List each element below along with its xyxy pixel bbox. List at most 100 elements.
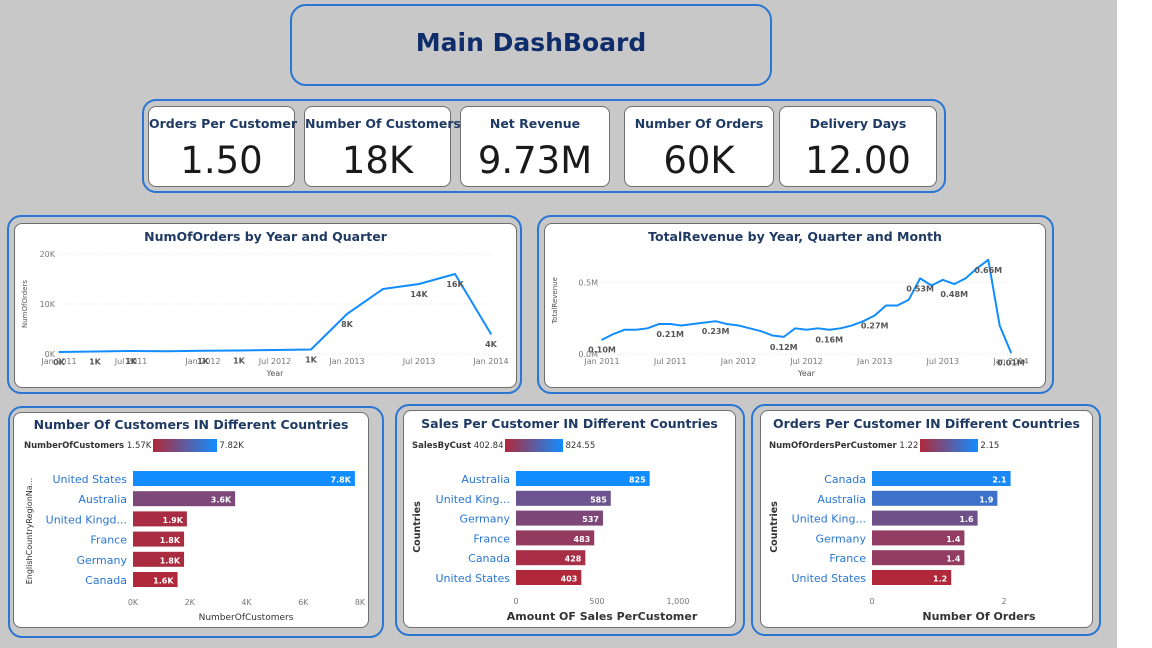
data-point [692, 323, 694, 325]
category-label: United States [53, 473, 128, 486]
orders-line-chart-card[interactable]: NumOfOrders by Year and Quarter 0K 10K 20K… [14, 223, 517, 388]
x-tick-label: Jan 2013 [328, 357, 364, 366]
data-point [490, 333, 492, 335]
data-label: 0.12M [770, 343, 798, 352]
category-label: France [473, 532, 510, 545]
x-axis-title: Year [266, 369, 285, 378]
kpi-label: Number Of Orders [634, 116, 764, 131]
dashboard-title: Main DashBoard [415, 28, 647, 57]
x-tick-label: Jul 2012 [789, 357, 823, 366]
series-line [58, 273, 492, 353]
orders-per-customer-bar-chart[interactable]: 0 2 Number Of Orders Countries Canada 2.1 Aust… [761, 411, 1092, 627]
data-point [896, 304, 899, 307]
bar-value-label: 1.9 [979, 495, 994, 504]
bar-value-label: 483 [574, 535, 591, 544]
x-tick-label: Jul 2013 [402, 357, 436, 366]
revenue-line-chart[interactable]: 0.0M0.5MJan 2011 Jul 2011 Jan 2012 Jul 2012… [545, 224, 1045, 387]
data-point [646, 327, 649, 330]
kpi-card-orders-per-customer[interactable]: Orders Per Customer 1.50 [148, 106, 297, 187]
data-point [58, 351, 60, 353]
data-point [805, 328, 808, 331]
data-point [851, 324, 853, 327]
bar-value-label: 1.4 [946, 555, 961, 564]
data-point [726, 323, 728, 325]
data-point [873, 314, 876, 317]
kpi-card-number-of-customers[interactable]: Number Of Customers 18K [304, 106, 461, 187]
data-label: 4K [485, 340, 498, 349]
category-label: United Kingd... [46, 513, 127, 526]
data-point [987, 259, 990, 261]
customers-bar-chart[interactable]: 0K 2K 4K 6K 8K NumberOfCustomers EnglishCountr… [14, 413, 368, 627]
bar [872, 471, 1011, 486]
y-tick-label: 20K [40, 250, 56, 259]
data-point [658, 323, 660, 325]
bar-value-label: 403 [561, 575, 578, 584]
x-tick-label: 0 [513, 597, 518, 606]
data-point [748, 327, 751, 330]
category-label: Australia [461, 473, 510, 486]
revenue-line-chart-card[interactable]: TotalRevenue by Year, Quarter and Month … [544, 223, 1046, 388]
kpi-value: 9.73M [477, 139, 593, 182]
x-axis-title: Number Of Orders [922, 610, 1036, 623]
data-point [737, 324, 740, 327]
bar-value-label: 1.8K [160, 556, 181, 565]
data-label: 0.01M [997, 359, 1025, 368]
bar-value-label: 1.4 [946, 535, 961, 544]
data-point [817, 327, 819, 330]
data-point [885, 304, 887, 307]
kpi-card-net-revenue[interactable]: Net Revenue 9.73M [460, 106, 610, 187]
data-label: 1K [125, 357, 138, 366]
data-point [771, 334, 774, 337]
category-label: Canada [824, 473, 866, 486]
bar-value-label: 1.6 [959, 515, 974, 524]
customers-bar-chart-card[interactable]: Number Of Customers IN Different Countri… [13, 412, 369, 628]
sales-bar-chart-card[interactable]: Sales Per Customer IN Different Countrie… [403, 410, 736, 628]
sales-bar-chart[interactable]: 0 500 1,000 Amount OF Sales PerCustomer Coun… [404, 411, 735, 627]
dashboard-canvas: Main DashBoard Orders Per Customer 1.50 … [0, 0, 1117, 648]
category-label: United States [436, 572, 511, 585]
x-tick-label: 6K [298, 598, 309, 607]
x-axis-title: Amount OF Sales PerCustomer [507, 610, 698, 623]
category-label: Germany [815, 532, 866, 545]
x-tick-label: Jan 2014 [472, 357, 508, 366]
bar-value-label: 585 [590, 495, 607, 504]
x-tick-label: Jul 2012 [258, 357, 292, 366]
data-point [669, 323, 671, 325]
category-label: Canada [85, 574, 127, 587]
y-axis-title: NumOfOrders [21, 280, 29, 328]
category-label: Australia [78, 493, 127, 506]
orders-line-chart[interactable]: 0K10K20KJan 2011 Jul 2011 Jan 2012 Jul 2012… [15, 224, 516, 387]
data-point [714, 320, 717, 322]
data-label: 0K [53, 358, 66, 367]
data-point [202, 349, 204, 352]
x-tick-label: 0K [128, 598, 139, 607]
category-label: United States [792, 572, 867, 585]
x-tick-label: 2 [1001, 597, 1006, 606]
y-axis-title: TotalRevenue [551, 277, 559, 325]
kpi-value: 12.00 [805, 139, 911, 182]
data-label: 1K [197, 357, 210, 366]
data-point [635, 328, 637, 331]
kpi-card-delivery-days[interactable]: Delivery Days 12.00 [779, 106, 937, 187]
bar-value-label: 7.8K [331, 476, 352, 485]
data-point [94, 350, 96, 353]
kpi-card-number-of-orders[interactable]: Number Of Orders 60K [624, 106, 774, 187]
data-label: 0.66M [974, 266, 1002, 275]
kpi-label: Delivery Days [809, 116, 907, 131]
x-tick-label: Jul 2011 [653, 357, 687, 366]
bar-value-label: 1.2 [933, 575, 947, 584]
category-label: France [90, 534, 127, 547]
bar-value-label: 2.1 [992, 476, 1007, 485]
data-point [612, 333, 615, 335]
data-point [454, 273, 456, 275]
data-point [703, 321, 706, 324]
bar-value-label: 1.8K [160, 536, 181, 545]
orders-per-customer-bar-chart-card[interactable]: Orders Per Customer IN Different Countri… [760, 410, 1093, 628]
kpi-label: Number Of Customers [305, 116, 461, 131]
data-point [942, 279, 944, 281]
data-point [760, 330, 762, 332]
bar-value-label: 1.9K [163, 516, 184, 525]
x-tick-label: Jul 2013 [926, 357, 960, 366]
y-axis-title: EnglishCountryRegionNa... [25, 478, 34, 585]
kpi-label: Net Revenue [489, 116, 581, 131]
